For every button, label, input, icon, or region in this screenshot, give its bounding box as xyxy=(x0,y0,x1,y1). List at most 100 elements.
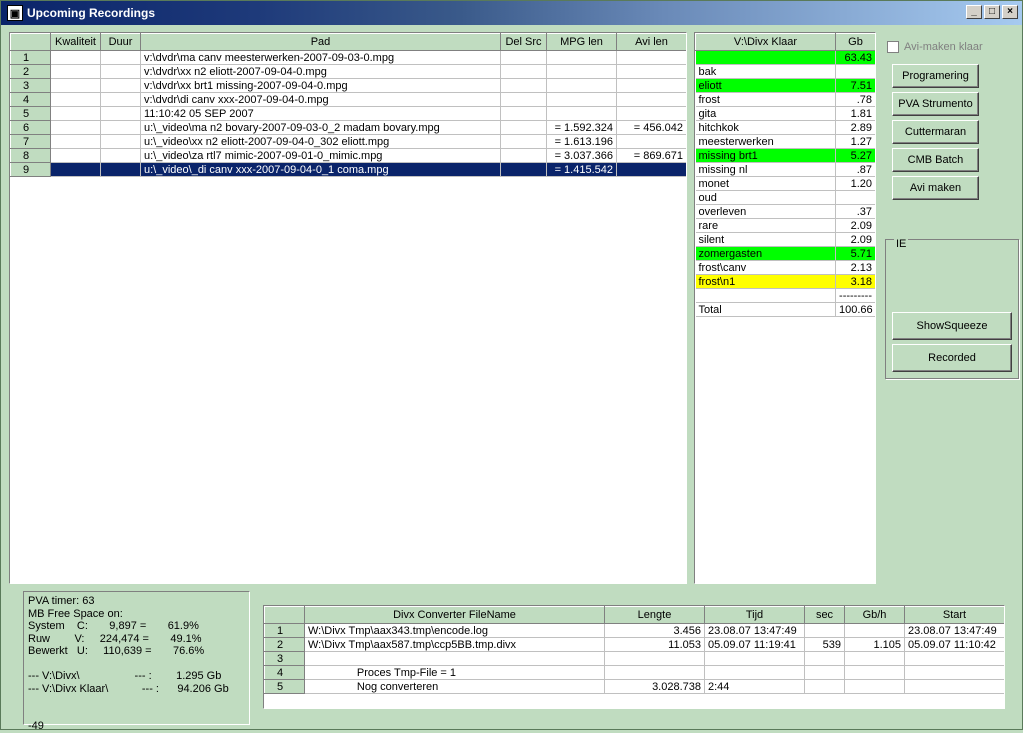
table-cell[interactable] xyxy=(50,134,101,149)
recorded-button[interactable]: Recorded xyxy=(892,344,1012,372)
table-cell[interactable] xyxy=(500,162,547,177)
table-cell[interactable] xyxy=(616,162,686,177)
list-item[interactable]: eliott 7.51 xyxy=(695,78,875,93)
folder-size[interactable] xyxy=(835,190,875,205)
folder-name[interactable]: rare xyxy=(695,218,836,233)
table-row[interactable]: 9 u:\_video\_di canv xxx-2007-09-04-0_1 c… xyxy=(10,162,686,177)
row-number[interactable]: 4 xyxy=(10,92,51,107)
folder-size[interactable]: .87 xyxy=(835,162,875,177)
table-cell[interactable]: u:\_video\ma n2 bovary-2007-09-03-0_2 ma… xyxy=(140,120,501,135)
column-header[interactable]: Tijd xyxy=(704,606,805,624)
folder-size[interactable]: 2.89 xyxy=(835,120,875,135)
folder-size[interactable]: 63.43 xyxy=(835,50,875,65)
folder-size[interactable]: 7.51 xyxy=(835,78,875,93)
folder-size[interactable]: 5.71 xyxy=(835,246,875,261)
table-cell[interactable]: 1.105 xyxy=(844,637,905,652)
folder-size[interactable]: 1.81 xyxy=(835,106,875,121)
table-cell[interactable]: v:\dvdr\di canv xxx-2007-09-04-0.mpg xyxy=(140,92,501,107)
showsqueeze-button[interactable]: ShowSqueeze xyxy=(892,312,1012,340)
cuttermaran-button[interactable]: Cuttermaran xyxy=(892,120,979,144)
column-header[interactable]: Start xyxy=(904,606,1004,624)
table-row[interactable]: 4 v:\dvdr\di canv xxx-2007-09-04-0.mpg xyxy=(10,92,686,107)
folder-name[interactable]: meesterwerken xyxy=(695,134,836,149)
folder-name[interactable]: Total xyxy=(695,302,836,317)
table-cell[interactable]: 3.456 xyxy=(604,623,705,638)
row-number[interactable]: 7 xyxy=(10,134,51,149)
folder-name[interactable]: bak xyxy=(695,64,836,79)
avi-maken-button[interactable]: Avi maken xyxy=(892,176,979,200)
row-number[interactable]: 4 xyxy=(264,665,305,680)
table-cell[interactable] xyxy=(50,78,101,93)
table-cell[interactable] xyxy=(500,64,547,79)
table-cell[interactable]: 11:10:42 05 SEP 2007 xyxy=(140,106,501,121)
list-item[interactable]: hitchkok 2.89 xyxy=(695,120,875,135)
list-item[interactable]: silent 2.09 xyxy=(695,232,875,247)
table-cell[interactable] xyxy=(616,134,686,149)
folder-size[interactable]: --------- xyxy=(835,288,875,303)
folder-size[interactable]: 2.13 xyxy=(835,260,875,275)
table-cell[interactable] xyxy=(100,120,141,135)
table-row[interactable]: 1 v:\dvdr\ma canv meesterwerken-2007-09-0… xyxy=(10,50,686,65)
table-cell[interactable] xyxy=(546,92,617,107)
table-cell[interactable] xyxy=(616,106,686,121)
table-cell[interactable] xyxy=(50,148,101,163)
list-item[interactable]: rare 2.09 xyxy=(695,218,875,233)
folder-size[interactable]: 2.09 xyxy=(835,232,875,247)
table-cell[interactable]: u:\_video\_di canv xxx-2007-09-04-0_1 co… xyxy=(140,162,501,177)
table-cell[interactable] xyxy=(50,92,101,107)
table-row[interactable]: 3 xyxy=(264,651,1004,666)
table-cell[interactable]: v:\dvdr\xx brt1 missing-2007-09-04-0.mpg xyxy=(140,78,501,93)
table-cell[interactable]: = 1.415.542 xyxy=(546,162,617,177)
avi-maken-klaar-checkbox[interactable]: Avi-maken klaar xyxy=(887,41,983,53)
programering-button[interactable]: Programering xyxy=(892,64,979,88)
table-cell[interactable]: u:\_video\za rtl7 mimic-2007-09-01-0_mim… xyxy=(140,148,501,163)
folder-name[interactable]: oud xyxy=(695,190,836,205)
table-cell[interactable] xyxy=(844,623,905,638)
row-number[interactable]: 1 xyxy=(10,50,51,65)
table-cell[interactable] xyxy=(616,64,686,79)
table-row[interactable]: 3 v:\dvdr\xx brt1 missing-2007-09-04-0.mp… xyxy=(10,78,686,93)
table-cell[interactable] xyxy=(616,78,686,93)
table-row[interactable]: 8 u:\_video\za rtl7 mimic-2007-09-01-0_mi… xyxy=(10,148,686,163)
list-item[interactable]: frost\canv 2.13 xyxy=(695,260,875,275)
folder-size[interactable] xyxy=(835,64,875,79)
recordings-grid[interactable]: Kwaliteit Duur Pad Del Src MPG len Avi len 1 v… xyxy=(9,32,687,584)
table-cell[interactable] xyxy=(804,665,845,680)
folder-name[interactable]: frost\n1 xyxy=(695,274,836,289)
table-cell[interactable] xyxy=(500,106,547,121)
table-cell[interactable] xyxy=(500,120,547,135)
close-button[interactable]: × xyxy=(1002,5,1018,19)
table-cell[interactable]: W:\Divx Tmp\aax343.tmp\encode.log xyxy=(304,623,605,638)
list-item[interactable]: frost\n1 3.18 xyxy=(695,274,875,289)
table-cell[interactable] xyxy=(546,50,617,65)
table-cell[interactable] xyxy=(546,106,617,121)
list-item[interactable]: bak xyxy=(695,64,875,79)
folder-size[interactable]: 5.27 xyxy=(835,148,875,163)
table-cell[interactable] xyxy=(304,651,605,666)
folder-size[interactable]: .78 xyxy=(835,92,875,107)
row-number[interactable]: 9 xyxy=(10,162,51,177)
table-cell[interactable] xyxy=(500,134,547,149)
table-cell[interactable] xyxy=(100,106,141,121)
table-cell[interactable] xyxy=(50,50,101,65)
table-cell[interactable]: = 1.613.196 xyxy=(546,134,617,149)
table-cell[interactable]: v:\dvdr\ma canv meesterwerken-2007-09-03… xyxy=(140,50,501,65)
column-header[interactable]: Pad xyxy=(140,33,501,51)
column-header[interactable]: Lengte xyxy=(604,606,705,624)
column-header[interactable]: Gb/h xyxy=(844,606,905,624)
row-number[interactable]: 5 xyxy=(264,679,305,694)
table-cell[interactable] xyxy=(604,651,705,666)
folder-name[interactable] xyxy=(695,288,836,303)
folder-name[interactable]: eliott xyxy=(695,78,836,93)
row-number[interactable]: 5 xyxy=(10,106,51,121)
table-cell[interactable]: Nog converteren xyxy=(304,679,605,694)
folder-size[interactable]: 100.66 xyxy=(835,302,875,317)
table-cell[interactable]: 05.09.07 11:10:42 xyxy=(904,637,1004,652)
column-header[interactable]: Gb xyxy=(835,33,875,51)
folder-name[interactable]: silent xyxy=(695,232,836,247)
pva-strumento-button[interactable]: PVA Strumento xyxy=(892,92,979,116)
list-item[interactable]: oud xyxy=(695,190,875,205)
row-number[interactable]: 8 xyxy=(10,148,51,163)
table-cell[interactable]: = 456.042 xyxy=(616,120,686,135)
folder-name[interactable]: frost xyxy=(695,92,836,107)
